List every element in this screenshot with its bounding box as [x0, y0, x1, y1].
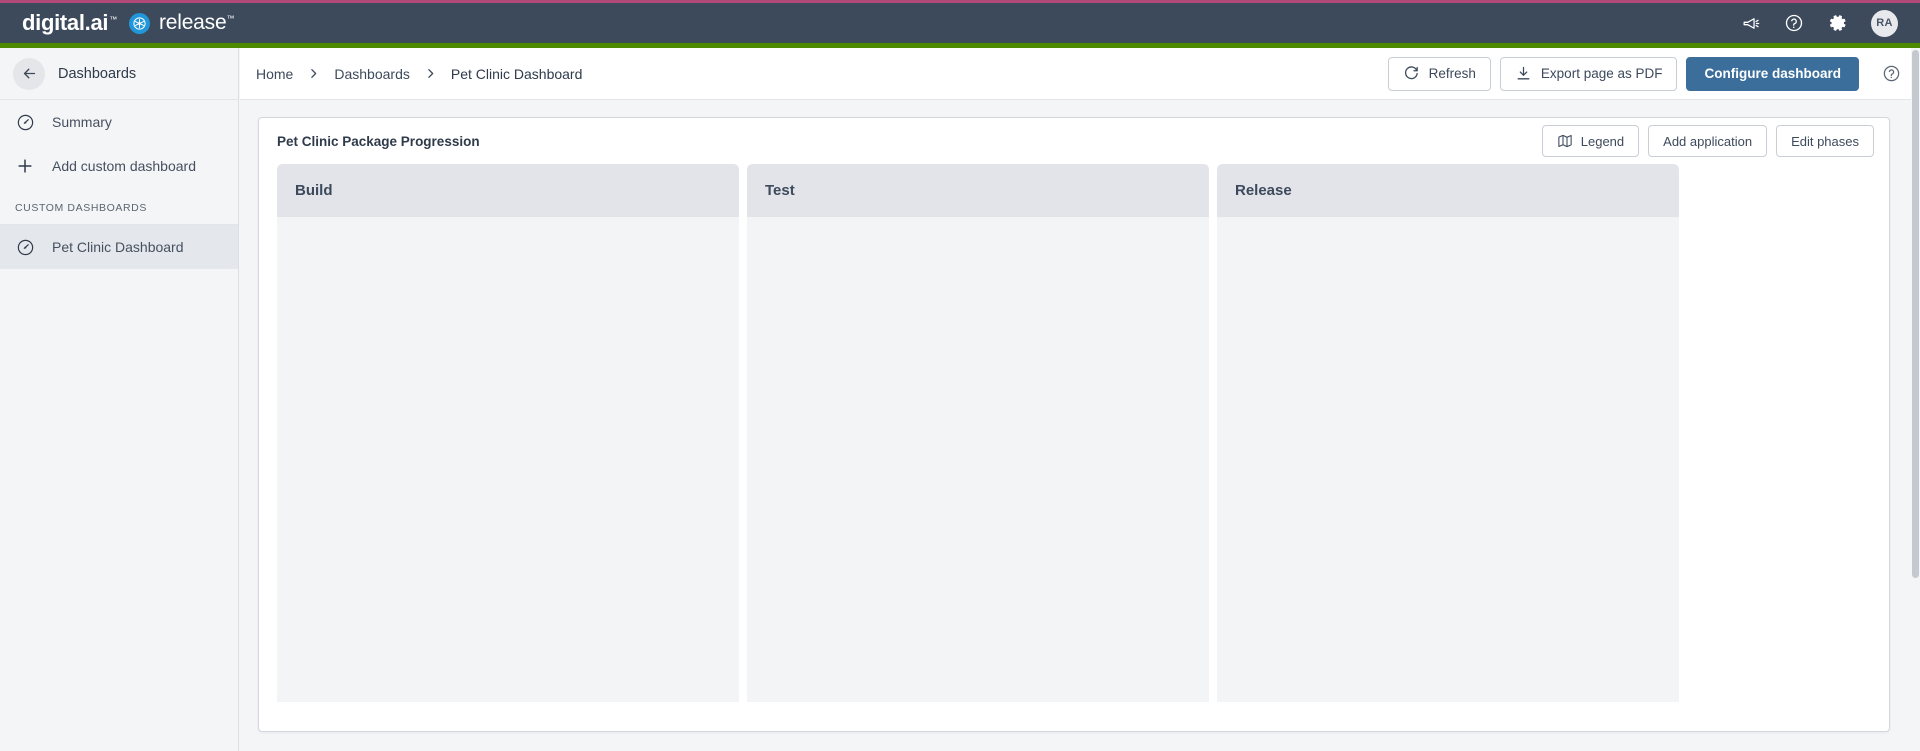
release-logo-icon [128, 12, 150, 34]
sidebar-back-to-dashboards[interactable]: Dashboards [0, 48, 238, 100]
help-icon[interactable] [1783, 12, 1805, 34]
environment-status-bar [0, 43, 1920, 48]
phase-name: Test [765, 182, 795, 199]
gauge-icon [14, 111, 36, 133]
breadcrumb-item-home[interactable]: Home [256, 66, 293, 82]
package-progression-panel: Pet Clinic Package Progression Legend Ad… [258, 117, 1890, 732]
export-pdf-button[interactable]: Export page as PDF [1499, 56, 1678, 91]
sidebar: Dashboards Summary Add custom dashboard … [0, 48, 239, 751]
phase-column-release[interactable]: Release [1217, 164, 1679, 702]
chevron-right-icon [307, 67, 320, 80]
release-product-mark: release™ [128, 11, 235, 35]
arrow-left-icon[interactable] [13, 57, 45, 90]
phase-column-test[interactable]: Test [747, 164, 1209, 702]
refresh-button[interactable]: Refresh [1387, 56, 1491, 91]
phase-name: Build [295, 182, 333, 199]
sidebar-item-add-custom-dashboard[interactable]: Add custom dashboard [0, 144, 238, 188]
vertical-scrollbar[interactable] [1911, 48, 1920, 751]
phase-columns: Build Test Release [259, 164, 1889, 702]
legend-button-label: Legend [1580, 133, 1625, 149]
sidebar-section-custom-dashboards: CUSTOM DASHBOARDS [15, 202, 147, 214]
configure-dashboard-button[interactable]: Configure dashboard [1686, 56, 1859, 91]
configure-dashboard-button-label: Configure dashboard [1704, 66, 1841, 81]
phase-header: Test [747, 164, 1209, 217]
breadcrumb: Home Dashboards Pet Clinic Dashboard [256, 66, 582, 82]
phase-column-build[interactable]: Build [277, 164, 739, 702]
map-icon [1557, 133, 1573, 149]
breadcrumb-item-current: Pet Clinic Dashboard [450, 65, 583, 82]
panel-title: Pet Clinic Package Progression [277, 133, 480, 149]
main-content: Home Dashboards Pet Clinic Dashboard Ref… [240, 48, 1920, 751]
download-icon [1515, 65, 1532, 82]
export-pdf-button-label: Export page as PDF [1540, 66, 1663, 81]
chevron-right-icon [424, 67, 437, 80]
phase-dropzone[interactable] [1217, 217, 1679, 702]
page-help-icon[interactable] [1880, 63, 1902, 85]
phase-name: Release [1235, 182, 1292, 199]
sidebar-item-summary[interactable]: Summary [0, 100, 238, 144]
release-wordmark: release™ [158, 11, 235, 34]
digitalai-wordmark-text: digital.ai [22, 10, 109, 35]
phase-header: Release [1217, 164, 1679, 217]
user-avatar[interactable]: RA [1871, 9, 1898, 37]
topbar-action-group: RA [1739, 9, 1920, 37]
digitalai-trademark: ™ [109, 15, 117, 24]
add-application-button[interactable]: Add application [1648, 125, 1768, 157]
phase-dropzone[interactable] [747, 217, 1209, 702]
page-header-actions: Refresh Export page as PDF Configure das… [1387, 56, 1902, 91]
edit-phases-button[interactable]: Edit phases [1776, 125, 1874, 157]
sidebar-item-label: Add custom dashboard [52, 158, 196, 174]
sidebar-item-pet-clinic-dashboard[interactable]: Pet Clinic Dashboard [0, 225, 238, 269]
dashboard-body: Pet Clinic Package Progression Legend Ad… [240, 100, 1920, 751]
phase-dropzone[interactable] [277, 217, 739, 702]
sidebar-header-label: Dashboards [58, 65, 137, 82]
digitalai-wordmark: digital.ai ™ [22, 10, 117, 36]
refresh-icon [1403, 65, 1420, 82]
edit-phases-button-label: Edit phases [1791, 133, 1859, 149]
settings-gear-icon[interactable] [1827, 12, 1849, 34]
brand-accent-strip [0, 0, 1920, 3]
breadcrumb-item-dashboards[interactable]: Dashboards [334, 66, 410, 82]
plus-icon [14, 155, 36, 177]
panel-actions: Legend Add application Edit phases [1541, 125, 1874, 157]
legend-button[interactable]: Legend [1541, 125, 1640, 157]
add-application-button-label: Add application [1663, 133, 1753, 149]
top-navigation-bar: digital.ai ™ release™ RA [0, 3, 1920, 43]
page-header: Home Dashboards Pet Clinic Dashboard Ref… [240, 48, 1920, 100]
brand-logo-group[interactable]: digital.ai ™ release™ [0, 10, 234, 36]
refresh-button-label: Refresh [1428, 66, 1476, 81]
announcements-icon[interactable] [1739, 12, 1761, 34]
vertical-scrollbar-thumb[interactable] [1912, 50, 1919, 578]
gauge-icon [14, 236, 36, 258]
phase-header: Build [277, 164, 739, 217]
panel-header: Pet Clinic Package Progression Legend Ad… [259, 118, 1889, 164]
sidebar-item-label: Summary [52, 114, 112, 130]
sidebar-item-label: Pet Clinic Dashboard [52, 239, 184, 255]
